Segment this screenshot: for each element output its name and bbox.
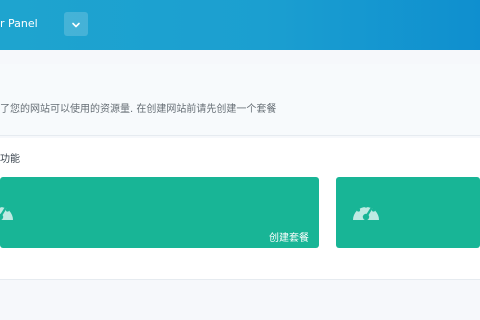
bottom-area [0,281,480,320]
chevron-down-icon [71,15,81,34]
app-title: r Panel [0,17,38,30]
intro-text: 了您的网站可以使用的资源量. 在创建网站前请先创建一个套餐 [0,104,277,115]
feature-card-2[interactable] [336,177,480,248]
dropdown-button[interactable] [64,12,88,36]
speedometer-icon [348,193,384,233]
top-spacer [0,50,480,64]
section-title: 功能 [0,154,20,165]
create-plan-card[interactable]: 创建套餐 [0,177,319,248]
create-plan-label: 创建套餐 [269,233,309,244]
top-navbar: r Panel [0,0,480,50]
speedometer-icon [0,193,18,233]
